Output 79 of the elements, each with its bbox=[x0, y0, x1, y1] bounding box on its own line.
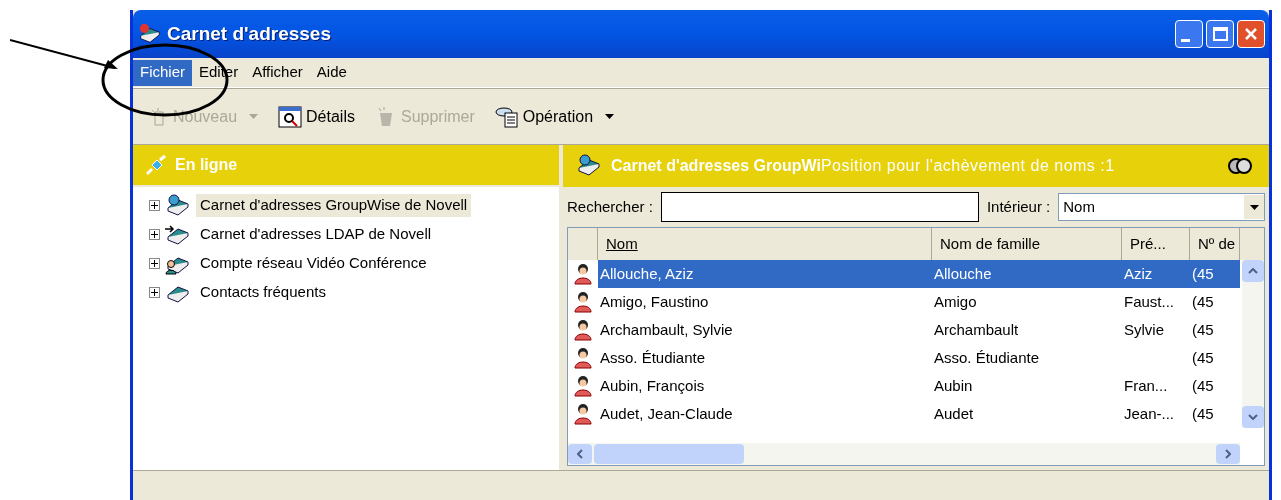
window-title: Carnet d'adresses bbox=[167, 21, 331, 46]
expand-toggle[interactable] bbox=[149, 258, 160, 269]
table-cell-text: Aubin, François bbox=[599, 375, 706, 396]
table-cell-text: Sylvie bbox=[1123, 319, 1165, 340]
table-cell-text: Fran... bbox=[1123, 375, 1169, 396]
menu-item[interactable]: Fichier bbox=[133, 59, 192, 86]
expand-toggle[interactable] bbox=[149, 229, 160, 240]
person-icon bbox=[573, 263, 593, 285]
table-cell-text: (45 bbox=[1191, 263, 1215, 284]
toolbar-button[interactable]: Opération bbox=[494, 104, 594, 129]
table-row[interactable]: Amigo, Faustino Amigo Faust... (45 bbox=[568, 288, 1240, 316]
table-cell-text: Audet, Jean-Claude bbox=[599, 403, 734, 424]
expand-toggle[interactable] bbox=[149, 287, 160, 298]
book-globe-icon bbox=[575, 154, 603, 178]
caret-icon bbox=[1225, 449, 1231, 459]
table-cell-text: (45 bbox=[1191, 347, 1215, 368]
menu-item[interactable]: Afficher bbox=[245, 59, 310, 86]
search-field[interactable] bbox=[660, 192, 979, 222]
table-cell-text: (45 bbox=[1191, 403, 1215, 424]
tree-item[interactable]: Carnet d'adresses GroupWise de Novell bbox=[196, 194, 472, 217]
maximize-button[interactable] bbox=[1206, 20, 1234, 48]
panel-title: Carnet d'adresses GroupWi bbox=[611, 156, 821, 176]
tree-item[interactable]: Carnet d'adresses LDAP de Novell bbox=[196, 223, 436, 246]
search-label: Rechercher : bbox=[567, 196, 653, 217]
expand-toggle[interactable] bbox=[149, 200, 160, 211]
table-cell-text: Archambault bbox=[933, 319, 1020, 340]
magnifier-window-icon bbox=[278, 105, 303, 128]
person-icon bbox=[573, 319, 593, 341]
table-cell-text: Audet bbox=[933, 403, 975, 424]
menu-item[interactable]: Aide bbox=[309, 59, 354, 86]
caret-icon bbox=[1249, 204, 1259, 210]
close-button[interactable] bbox=[1237, 20, 1265, 48]
minimize-button[interactable] bbox=[1175, 20, 1203, 48]
table-cell-text: Allouche bbox=[933, 263, 993, 284]
table-row[interactable]: Asso. Étudiante Asso. Étudiante (45 bbox=[568, 344, 1240, 372]
rings-icon bbox=[1227, 157, 1253, 175]
toolbar-button[interactable]: Détails bbox=[278, 104, 355, 129]
table-cell-text: Aubin bbox=[933, 375, 974, 396]
book-globe-icon bbox=[164, 193, 192, 218]
tree-item[interactable]: Contacts fréquents bbox=[196, 281, 330, 304]
book-arrow-icon bbox=[164, 222, 192, 247]
person-icon bbox=[573, 291, 593, 313]
table-cell-text: Archambault, Sylvie bbox=[599, 319, 734, 340]
scroll-left-button[interactable] bbox=[568, 444, 592, 464]
table-row[interactable]: Aubin, François Aubin Fran... (45 bbox=[568, 372, 1240, 400]
table-cell-text: Asso. Étudiante bbox=[599, 347, 707, 368]
scroll-down-button[interactable] bbox=[1242, 406, 1264, 428]
table-cell-text: Aziz bbox=[1123, 263, 1154, 284]
table-cell-text: Faust... bbox=[1123, 291, 1176, 312]
scope-dropdown[interactable]: Nom bbox=[1058, 193, 1265, 221]
person-icon bbox=[573, 375, 593, 397]
panel-title: En ligne bbox=[175, 155, 238, 175]
table-cell-text: Jean-... bbox=[1123, 403, 1176, 424]
table-row[interactable]: Archambault, Sylvie Archambault Sylvie (45 bbox=[568, 316, 1240, 344]
table-cell-text: Allouche, Aziz bbox=[599, 263, 695, 284]
table-cell-text: Amigo, Faustino bbox=[599, 291, 710, 312]
caret-icon bbox=[577, 449, 583, 459]
scope-label: Intérieur : bbox=[986, 196, 1051, 217]
plug-icon bbox=[145, 154, 167, 176]
table-cell-text: Amigo bbox=[933, 291, 978, 312]
table-cell-text: Asso. Étudiante bbox=[933, 347, 1041, 368]
table-cell-text: (45 bbox=[1191, 375, 1215, 396]
scroll-up-button[interactable] bbox=[1242, 260, 1264, 282]
caret-icon bbox=[1248, 414, 1258, 420]
caret-icon bbox=[1248, 268, 1258, 274]
tree-item[interactable]: Compte réseau Vidéo Conférence bbox=[196, 252, 431, 275]
horizontal-scrollbar[interactable] bbox=[568, 443, 1240, 465]
person-icon bbox=[573, 403, 593, 425]
status-text: Position pour l'achèvement de noms :1 bbox=[820, 156, 1115, 176]
dropdown-arrow-icon[interactable] bbox=[605, 114, 615, 119]
person-icon bbox=[573, 347, 593, 369]
scroll-thumb[interactable] bbox=[594, 444, 744, 464]
vertical-scrollbar[interactable] bbox=[1242, 260, 1264, 428]
documents-icon bbox=[494, 105, 519, 128]
table-row[interactable]: Audet, Jean-Claude Audet Jean-... (45 bbox=[568, 400, 1240, 428]
table-cell-text: (45 bbox=[1191, 319, 1215, 340]
table-cell-text: (45 bbox=[1191, 291, 1215, 312]
close-icon bbox=[1243, 26, 1259, 42]
scroll-right-button[interactable] bbox=[1216, 444, 1240, 464]
